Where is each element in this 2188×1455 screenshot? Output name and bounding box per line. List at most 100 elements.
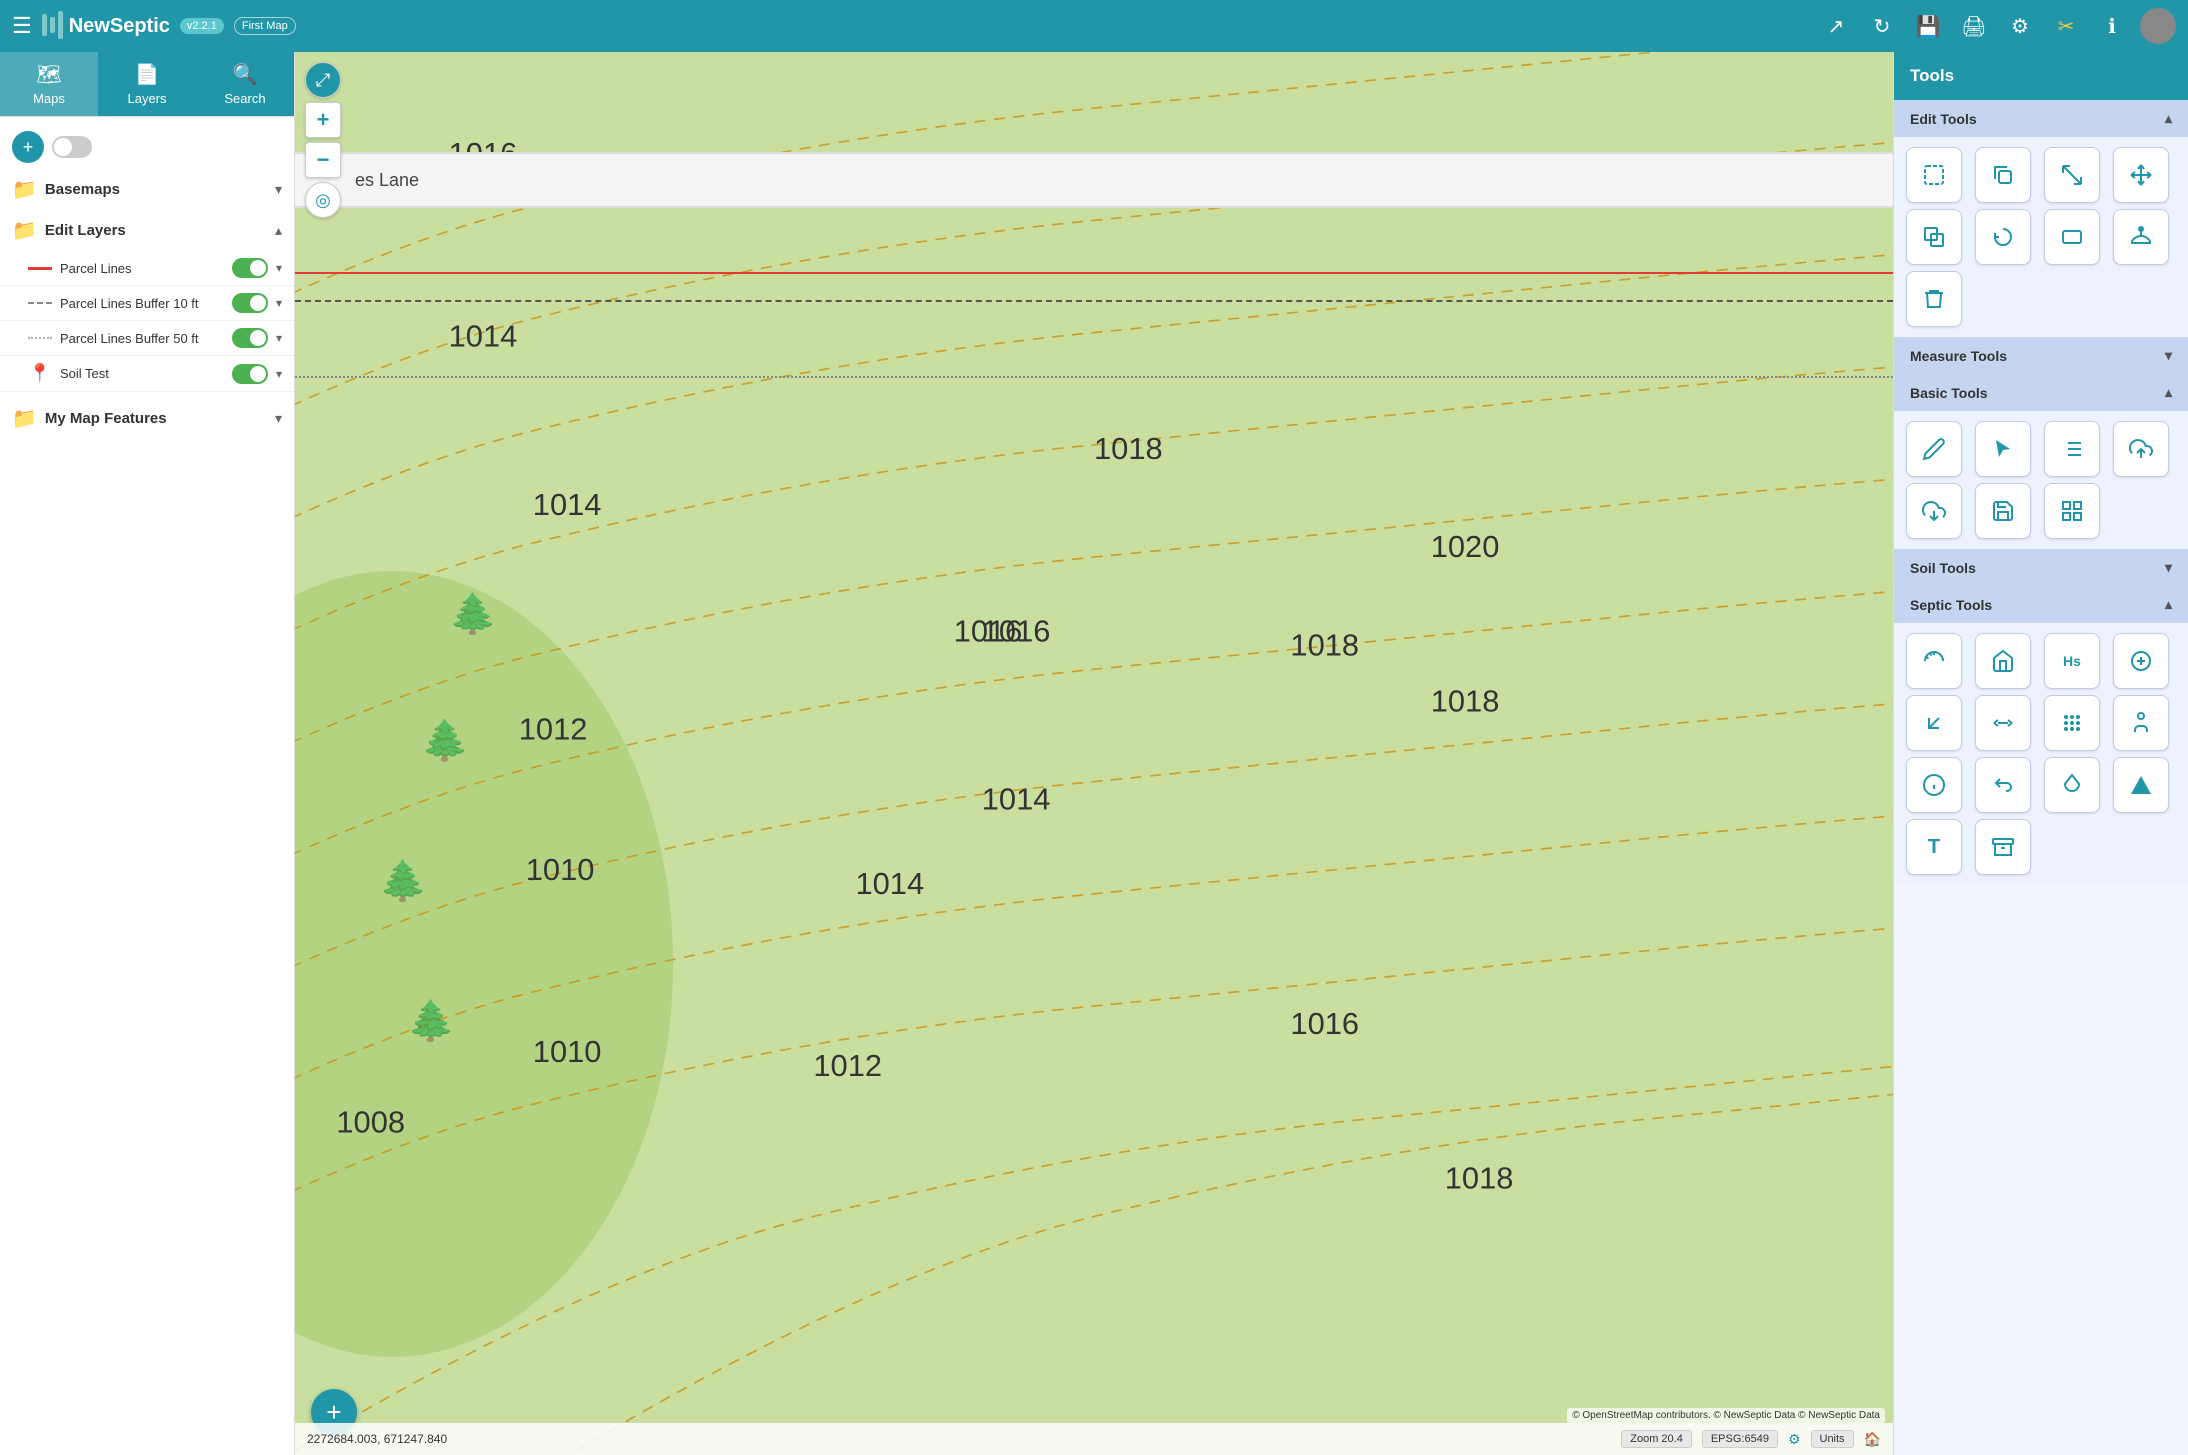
sidebar-nav-search[interactable]: 🔍 Search: [196, 52, 294, 116]
tool-duplicate[interactable]: [1906, 209, 1962, 265]
svg-text:1008: 1008: [336, 1104, 405, 1139]
tools-icon[interactable]: ✂: [2048, 8, 2084, 44]
soil-tools-label: Soil Tools: [1910, 560, 2161, 576]
map-area[interactable]: 1016 1020 1020 1014 1018 1014 1016 1020 …: [295, 52, 1893, 1455]
tool-resize[interactable]: [2044, 147, 2100, 203]
my-map-features-section-header[interactable]: 📁 My Map Features ▾: [0, 398, 294, 439]
zoom-in-button[interactable]: +: [305, 102, 341, 138]
info-icon[interactable]: ℹ: [2094, 8, 2130, 44]
tool-copy[interactable]: [1975, 147, 2031, 203]
tool-pencil[interactable]: [1906, 421, 1962, 477]
tool-septic-archive[interactable]: [1975, 819, 2031, 875]
svg-text:1014: 1014: [855, 866, 924, 901]
tool-septic-drop[interactable]: [2044, 757, 2100, 813]
tool-septic-person[interactable]: [2113, 695, 2169, 751]
tool-septic-arrows-h[interactable]: [1975, 695, 2031, 751]
tool-septic-hs[interactable]: Hs: [2044, 633, 2100, 689]
measure-tools-label: Measure Tools: [1910, 348, 2161, 364]
tool-list[interactable]: [2044, 421, 2100, 477]
home-status-icon[interactable]: 🏠: [1864, 1431, 1881, 1448]
tool-septic-triangle[interactable]: [2113, 757, 2169, 813]
tools-panel-title: Tools: [1894, 52, 2188, 100]
tool-septic-house[interactable]: [1975, 633, 2031, 689]
parcel-buffer-10-expand[interactable]: ▾: [276, 296, 282, 310]
septic-tools-section-header[interactable]: Septic Tools ▴: [1894, 586, 2188, 623]
tool-septic-plus-circle[interactable]: [2113, 633, 2169, 689]
measure-tools-chevron: ▾: [2165, 347, 2172, 364]
tool-move[interactable]: [2113, 147, 2169, 203]
edit-layers-section-header[interactable]: 📁 Edit Layers ▴: [0, 210, 294, 251]
add-layer-button[interactable]: +: [12, 131, 44, 163]
tools-panel: Tools Edit Tools ▴: [1893, 52, 2188, 1455]
edit-layers-chevron: ▴: [275, 222, 282, 239]
tool-septic-dots-grid[interactable]: [2044, 695, 2100, 751]
print-icon[interactable]: 🖨: [1956, 8, 1992, 44]
tool-save-file[interactable]: [1975, 483, 2031, 539]
tool-cursor[interactable]: [1975, 421, 2031, 477]
layer-toggle-global[interactable]: [52, 136, 92, 158]
basic-tools-section-header[interactable]: Basic Tools ▴: [1894, 374, 2188, 411]
svg-text:1012: 1012: [813, 1048, 882, 1083]
menu-icon[interactable]: ☰: [12, 13, 32, 39]
sidebar-content: + 📁 Basemaps ▾ 📁 Edit Layers ▴ Parcel: [0, 117, 294, 1455]
tool-septic-turn-arrow[interactable]: [1975, 757, 2031, 813]
soil-test-toggle[interactable]: [232, 364, 268, 384]
user-avatar[interactable]: [2140, 8, 2176, 44]
parcel-buffer-50-toggle[interactable]: [232, 328, 268, 348]
parcel-lines-expand[interactable]: ▾: [276, 261, 282, 275]
tool-upload-cloud[interactable]: [2113, 421, 2169, 477]
tool-septic-t-label[interactable]: T: [1906, 819, 1962, 875]
parcel-buffer-10-icon: [28, 302, 52, 305]
layer-parcel-buffer-50: Parcel Lines Buffer 50 ft ▾: [0, 321, 294, 356]
map-svg: 1016 1020 1020 1014 1018 1014 1016 1020 …: [295, 52, 1893, 1455]
tool-download[interactable]: [1906, 483, 1962, 539]
edit-tools-section-header[interactable]: Edit Tools ▴: [1894, 100, 2188, 137]
refresh-icon[interactable]: ↻: [1864, 8, 1900, 44]
zoom-badge[interactable]: Zoom 20.4: [1621, 1430, 1692, 1448]
parcel-buffer-10-toggle[interactable]: [232, 293, 268, 313]
basemaps-section-header[interactable]: 📁 Basemaps ▾: [0, 169, 294, 210]
location-button[interactable]: ◎: [305, 182, 341, 218]
epsg-badge[interactable]: EPSG:6549: [1702, 1430, 1778, 1448]
soil-test-expand[interactable]: ▾: [276, 367, 282, 381]
sidebar-nav-layers[interactable]: 📄 Layers: [98, 52, 196, 116]
save-icon[interactable]: 💾: [1910, 8, 1946, 44]
svg-text:1016: 1016: [954, 613, 1023, 648]
parcel-buffer-50-expand[interactable]: ▾: [276, 331, 282, 345]
edit-layers-folder-icon: 📁: [12, 218, 37, 243]
tool-rotate[interactable]: [1975, 209, 2031, 265]
basemaps-chevron: ▾: [275, 181, 282, 198]
logo-bars: [42, 14, 63, 39]
tool-paint[interactable]: [2113, 209, 2169, 265]
maps-nav-icon: 🗺: [36, 62, 61, 87]
tool-septic-curve[interactable]: [1906, 633, 1962, 689]
parcel-buffer-50-symbol: [28, 337, 52, 339]
measure-tools-section-header[interactable]: Measure Tools ▾: [1894, 337, 2188, 374]
tool-septic-info[interactable]: [1906, 757, 1962, 813]
main-layout: 🗺 Maps 📄 Layers 🔍 Search + 📁 Basemaps: [0, 52, 2188, 1455]
parcel-lines-symbol: [28, 267, 52, 270]
parcel-lines-toggle[interactable]: [232, 258, 268, 278]
edit-layers-title: Edit Layers: [45, 222, 267, 239]
tool-select-box[interactable]: [1906, 147, 1962, 203]
tool-rect-select[interactable]: [2044, 209, 2100, 265]
units-badge[interactable]: Units: [1811, 1430, 1854, 1448]
tool-septic-arrow-dl[interactable]: [1906, 695, 1962, 751]
zoom-out-button[interactable]: −: [305, 142, 341, 178]
parcel-buffer-10-label: Parcel Lines Buffer 10 ft: [60, 296, 224, 311]
soil-test-label: Soil Test: [60, 366, 224, 381]
logo-bar-1: [42, 14, 47, 36]
edit-tools-grid: [1894, 137, 2188, 337]
sidebar-nav-maps[interactable]: 🗺 Maps: [0, 52, 98, 116]
sidebar-nav: 🗺 Maps 📄 Layers 🔍 Search: [0, 52, 294, 117]
soil-tools-section-header[interactable]: Soil Tools ▾: [1894, 549, 2188, 586]
tool-grid[interactable]: [2044, 483, 2100, 539]
settings-icon[interactable]: ⚙: [2002, 8, 2038, 44]
share-icon[interactable]: ↗: [1818, 8, 1854, 44]
logo-bar-3: [58, 11, 63, 39]
settings-status-icon[interactable]: ⚙: [1788, 1431, 1801, 1448]
parcel-buffer-10-symbol: [28, 302, 52, 305]
edit-tools-chevron: ▴: [2165, 110, 2172, 127]
tool-delete[interactable]: [1906, 271, 1962, 327]
fit-bounds-button[interactable]: ⤢: [305, 62, 341, 98]
